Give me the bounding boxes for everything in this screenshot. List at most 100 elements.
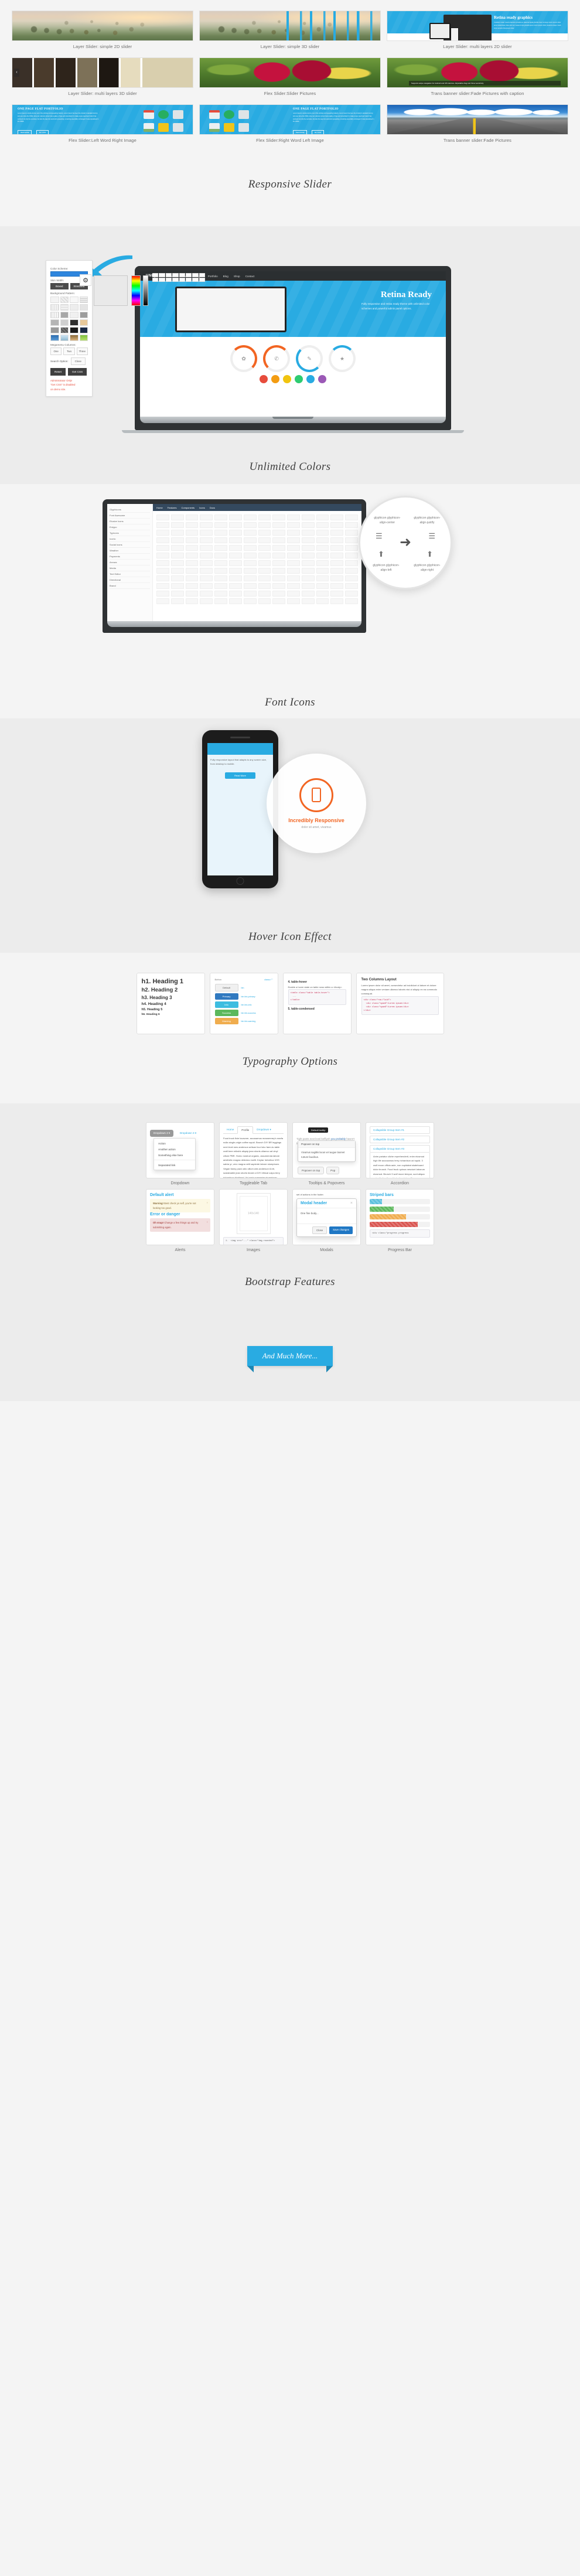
glyph-icon[interactable] xyxy=(330,591,344,597)
pattern-swatch[interactable] xyxy=(50,327,59,333)
glyph-icon[interactable] xyxy=(200,537,213,543)
glyph-icon[interactable] xyxy=(214,545,227,551)
reset-button[interactable]: Reset xyxy=(50,368,66,376)
slider-item[interactable]: ONE PAGE FLAT PORTFOLIO Lorem Ipsum is s… xyxy=(199,104,381,149)
glyph-icon[interactable] xyxy=(156,514,169,520)
glyph-icon[interactable] xyxy=(345,514,358,520)
glyph-icon[interactable] xyxy=(272,568,286,574)
get-css-button[interactable]: Get CSS xyxy=(68,368,87,376)
thumb-flex-left-word[interactable]: ONE PAGE FLAT PORTFOLIO Lorem Ipsum is s… xyxy=(12,104,193,135)
picker-swatch[interactable] xyxy=(152,273,159,277)
glyph-icon[interactable] xyxy=(170,553,184,558)
glyph-icon[interactable] xyxy=(243,575,257,581)
read-more-button[interactable]: READ MORE xyxy=(293,130,308,134)
nav-item-icons[interactable]: Icons xyxy=(199,506,205,509)
glyph-icon[interactable] xyxy=(316,545,329,551)
glyph-icon[interactable] xyxy=(228,522,242,528)
glyph-icon[interactable] xyxy=(228,514,242,520)
glyph-icon[interactable] xyxy=(156,560,169,566)
menu-item-action[interactable]: Action xyxy=(154,1140,195,1146)
pattern-swatch[interactable] xyxy=(79,327,88,333)
glyph-icon[interactable] xyxy=(316,514,329,520)
slider-item[interactable]: Layer Slider: simple 2D slider xyxy=(12,11,193,55)
glyph-icon[interactable] xyxy=(214,598,227,604)
glyph-icon[interactable] xyxy=(156,553,169,558)
glyph-icon[interactable] xyxy=(243,530,257,536)
glyph-icon[interactable] xyxy=(228,575,242,581)
glyph-icon[interactable] xyxy=(228,545,242,551)
picker-swatch[interactable] xyxy=(152,278,159,282)
glyph-icon[interactable] xyxy=(185,553,199,558)
glyph-icon[interactable] xyxy=(228,568,242,574)
alpha-slider[interactable] xyxy=(143,275,148,306)
thumb-multilayer-3d[interactable]: ‹ xyxy=(12,57,193,88)
glyph-icon[interactable] xyxy=(301,598,315,604)
glyph-icon[interactable] xyxy=(272,575,286,581)
glyph-icon[interactable] xyxy=(272,530,286,536)
pattern-swatch[interactable] xyxy=(70,297,79,303)
pattern-swatch[interactable] xyxy=(60,312,69,318)
glyph-icon[interactable] xyxy=(301,568,315,574)
slider-item[interactable]: Retina ready graphics Curabitur sceler m… xyxy=(387,11,568,55)
glyph-icon[interactable] xyxy=(345,545,358,551)
glyph-icon[interactable] xyxy=(185,598,199,604)
glyph-icon[interactable] xyxy=(330,537,344,543)
glyph-icon[interactable] xyxy=(258,568,271,574)
thumb-flex-right-word[interactable]: ONE PAGE FLAT PORTFOLIO Lorem Ipsum is s… xyxy=(199,104,381,135)
glyph-icon[interactable] xyxy=(228,560,242,566)
close-icon[interactable]: × xyxy=(207,1201,208,1205)
menu-item-another-action[interactable]: Another action xyxy=(154,1146,195,1152)
sidebar-item[interactable]: Brand xyxy=(110,583,150,589)
glyph-icon[interactable] xyxy=(214,537,227,543)
thumb-layer-slider-3d[interactable] xyxy=(199,11,381,41)
picker-swatch[interactable] xyxy=(185,278,192,282)
slider-item[interactable]: Layer Slider: simple 3D slider xyxy=(199,11,381,55)
nav-item-components[interactable]: Components xyxy=(181,506,195,509)
nav-item-features[interactable]: Features xyxy=(168,506,177,509)
glyph-icon[interactable] xyxy=(185,545,199,551)
button-info[interactable]: Info xyxy=(214,1001,238,1008)
buy-now-button[interactable]: BUY NOW xyxy=(311,130,325,134)
glyph-icon[interactable] xyxy=(185,537,199,543)
sidebar-item[interactable]: Iconic xyxy=(110,536,150,542)
glyph-icon[interactable] xyxy=(156,568,169,574)
glyph-icon[interactable] xyxy=(214,568,227,574)
hue-slider[interactable] xyxy=(131,275,141,306)
glyph-icon[interactable] xyxy=(200,560,213,566)
nav-item-contact[interactable]: Contact xyxy=(245,275,255,278)
tab-dropdown[interactable]: Dropdown ▾ xyxy=(253,1126,275,1133)
glyph-icon[interactable] xyxy=(243,545,257,551)
glyph-icon[interactable] xyxy=(200,575,213,581)
glyph-icon[interactable] xyxy=(170,537,184,543)
glyph-icon[interactable] xyxy=(301,560,315,566)
glyph-icon[interactable] xyxy=(287,514,300,520)
pattern-swatch[interactable] xyxy=(50,335,59,341)
nav-item-shop[interactable]: Shop xyxy=(234,275,240,278)
sidebar-item[interactable]: Glyphicons xyxy=(110,507,150,513)
glyph-icon[interactable] xyxy=(345,560,358,566)
popover-secondary-button[interactable]: Pop xyxy=(326,1167,340,1174)
thumb-retina-banner[interactable]: Retina ready graphics Curabitur sceler m… xyxy=(387,11,568,41)
pattern-swatch[interactable] xyxy=(60,327,69,333)
glyph-icon[interactable] xyxy=(316,575,329,581)
pattern-swatch[interactable] xyxy=(70,312,79,318)
buy-now-button[interactable]: BUY NOW xyxy=(36,130,49,134)
glyph-icon[interactable] xyxy=(272,591,286,597)
glyph-icon[interactable] xyxy=(330,583,344,589)
glyph-icon[interactable] xyxy=(287,568,300,574)
glyph-icon[interactable] xyxy=(170,591,184,597)
sidebar-item[interactable]: Elusive Icons xyxy=(110,519,150,524)
tab-profile[interactable]: Profile xyxy=(237,1126,254,1134)
glyph-icon[interactable] xyxy=(287,583,300,589)
glyph-icon[interactable] xyxy=(200,522,213,528)
glyph-icon[interactable] xyxy=(258,560,271,566)
glyph-icon[interactable] xyxy=(287,560,300,566)
glyph-icon[interactable] xyxy=(316,560,329,566)
glyph-icon[interactable] xyxy=(316,591,329,597)
glyph-icon[interactable] xyxy=(170,514,184,520)
picker-swatch[interactable] xyxy=(179,278,185,282)
glyph-icon[interactable] xyxy=(243,560,257,566)
accordion-item-2[interactable]: Collapsible Group Item #2 xyxy=(370,1136,430,1143)
menu-item-separated-link[interactable]: Separated link xyxy=(154,1162,195,1168)
glyph-icon[interactable] xyxy=(272,522,286,528)
